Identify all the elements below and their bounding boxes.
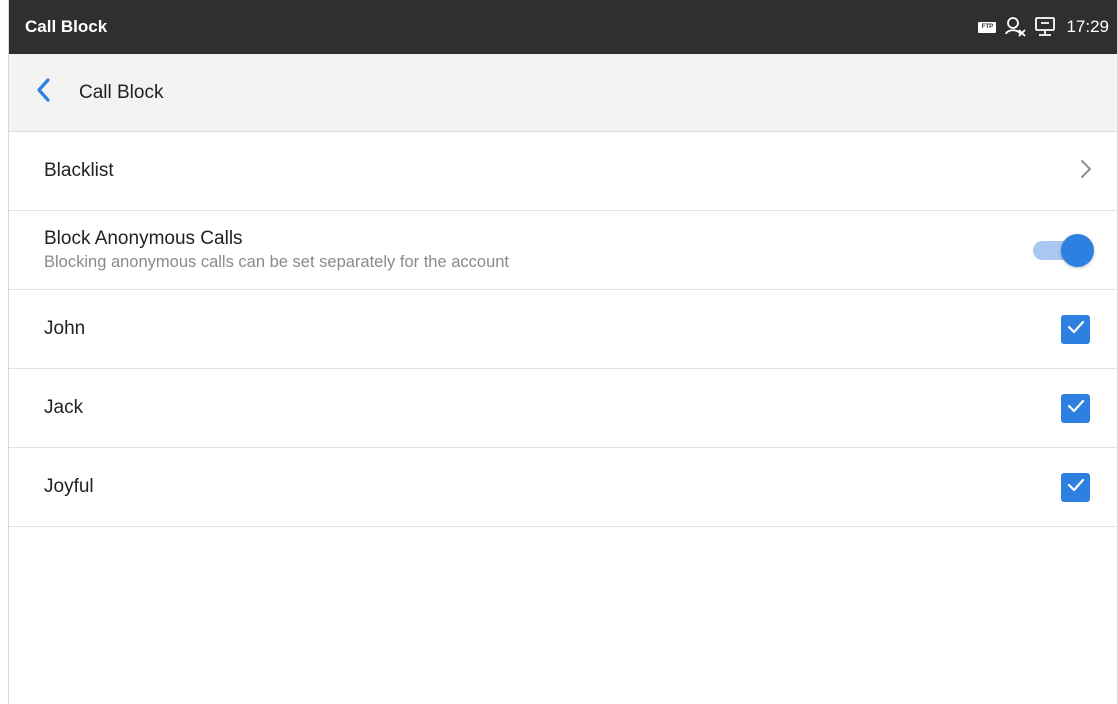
list-item-john[interactable]: John: [9, 290, 1117, 369]
block-anonymous-calls-text: Block Anonymous Calls Blocking anonymous…: [44, 228, 509, 272]
back-button[interactable]: [9, 54, 79, 132]
blacklist-label: Blacklist: [44, 160, 114, 181]
blacklist-item[interactable]: Blacklist: [9, 132, 1117, 211]
checkmark-icon: [1066, 477, 1086, 498]
account-offline-icon: [1004, 16, 1027, 38]
app-bar: Call Block: [9, 54, 1117, 132]
list-item-john-text: John: [44, 318, 85, 340]
list-item-joyful-text: Joyful: [44, 476, 94, 498]
list-item-jack-text: Jack: [44, 397, 83, 419]
ftp-icon: FTP: [978, 21, 997, 33]
john-checkbox[interactable]: [1061, 314, 1090, 344]
page-title: Call Block: [79, 81, 164, 103]
block-anonymous-calls-item[interactable]: Block Anonymous Calls Blocking anonymous…: [9, 211, 1117, 290]
block-anonymous-calls-label: Block Anonymous Calls: [44, 228, 243, 249]
toggle-thumb: [1061, 234, 1094, 267]
checkmark-icon: [1066, 319, 1086, 340]
chevron-left-icon: [34, 77, 54, 108]
list-item-jack[interactable]: Jack: [9, 369, 1117, 448]
list-item-label: Joyful: [44, 476, 94, 497]
call-block-screen: Call Block FTP 17:29 Call Block Blacklis…: [8, 0, 1118, 704]
blacklist-item-text: Blacklist: [44, 160, 114, 182]
status-bar-title: Call Block: [25, 17, 108, 36]
status-time: 17:29: [1066, 17, 1109, 36]
jack-checkbox[interactable]: [1061, 393, 1090, 423]
network-icon: [1034, 16, 1056, 38]
status-bar: Call Block FTP 17:29: [9, 0, 1117, 54]
ftp-icon-label: FTP: [978, 21, 997, 33]
chevron-right-icon: [1079, 158, 1093, 185]
list-item-label: Jack: [44, 397, 84, 418]
status-bar-icons: FTP 17:29: [978, 16, 1109, 38]
joyful-checkbox[interactable]: [1061, 472, 1090, 502]
list-item-joyful[interactable]: Joyful: [9, 448, 1117, 527]
checkmark-icon: [1066, 398, 1086, 419]
block-anonymous-calls-description: Blocking anonymous calls can be set sepa…: [44, 253, 510, 271]
list-item-label: John: [44, 318, 86, 339]
block-anonymous-calls-toggle[interactable]: [1031, 230, 1094, 270]
settings-list: Blacklist Block Anonymous Calls Blocking…: [9, 132, 1117, 527]
